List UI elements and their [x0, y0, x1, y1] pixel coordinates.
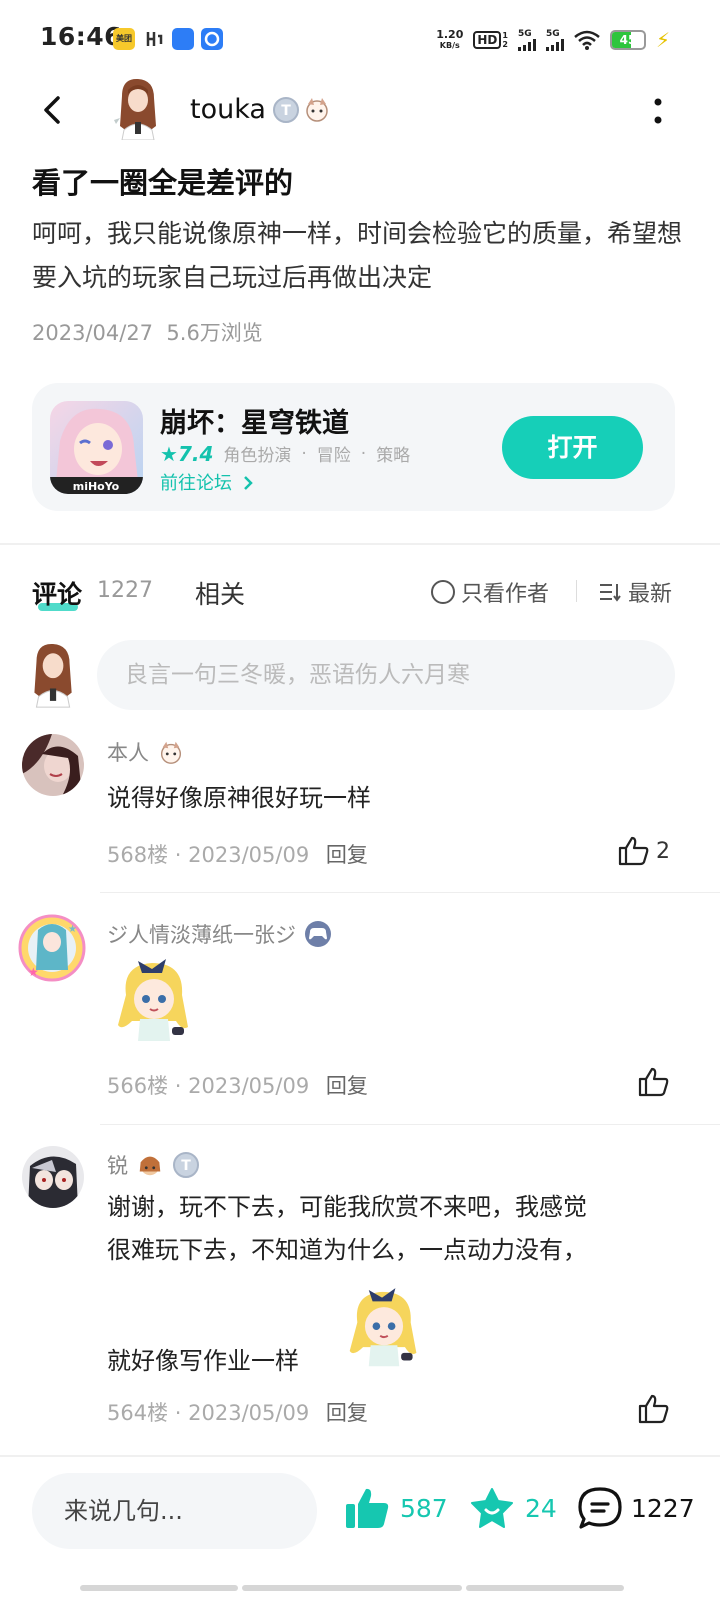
app-icon-blue — [172, 28, 194, 50]
signal-5g-2: 5G — [545, 29, 564, 51]
level-badge-icon: T — [173, 1152, 199, 1178]
commenter-name[interactable]: 本人 — [107, 737, 185, 767]
comment-like-button[interactable] — [638, 1067, 670, 1097]
star-filled-icon — [471, 1488, 513, 1528]
game-icon: miHoYo — [50, 401, 143, 494]
forum-link[interactable]: 前往论坛 — [160, 469, 254, 495]
gamepad-badge-icon — [305, 921, 331, 947]
author-name[interactable]: touka — [190, 94, 266, 125]
comment-text-line: 就好像写作业一样 — [107, 1347, 299, 1375]
comment-like-button[interactable] — [638, 1394, 670, 1424]
charging-icon: ⚡ — [655, 28, 670, 52]
comment-divider — [100, 892, 720, 893]
thumbs-up-icon — [618, 836, 649, 866]
status-right: 1.20 KB/s HD 12 5G 5G 45 ⚡ — [436, 26, 670, 54]
author-avatar[interactable] — [108, 76, 166, 140]
sticker-image — [118, 959, 188, 1041]
commenter-avatar[interactable] — [22, 734, 84, 796]
post-views: 5.6万浏览 — [166, 321, 263, 345]
pet-badge-icon — [306, 98, 328, 122]
my-avatar — [34, 643, 72, 708]
gesture-bar — [80, 1585, 624, 1591]
net-speed: 1.20 KB/s — [436, 28, 464, 50]
sort-divider — [576, 580, 577, 602]
svg-text:★: ★ — [68, 924, 77, 935]
post-body: 呵呵，我只能说像原神一样，时间会检验它的质量，希望想要入坑的玩家自己玩过后再做出… — [32, 219, 683, 292]
level-badge-icon: T — [273, 97, 299, 123]
pet-badge-icon — [160, 741, 182, 764]
comment-text: 说得好像原神很好玩一样 — [107, 784, 371, 812]
sort-newest-button[interactable]: 最新 — [598, 576, 672, 608]
thumbs-up-icon — [638, 1394, 669, 1424]
tab-related[interactable]: 相关 — [195, 575, 245, 611]
comment-like-button[interactable]: 2 — [618, 836, 670, 866]
commenter-avatar[interactable]: ★ ★ — [16, 910, 88, 986]
post-title: 看了一圈全是差评的 — [32, 166, 294, 200]
game-rating: ★7.4 — [160, 441, 214, 466]
post-date: 2023/04/27 — [32, 321, 154, 345]
reply-button[interactable]: 回复 — [326, 843, 368, 867]
wifi-icon — [574, 30, 600, 50]
hoyolab-icon — [143, 28, 165, 50]
game-tag: 策略 — [376, 446, 411, 466]
radio-icon — [431, 580, 455, 604]
commenter-avatar[interactable] — [22, 1146, 84, 1208]
comment-meta: 566楼 · 2023/05/09 回复 — [107, 1074, 368, 1098]
game-tag: 冒险 — [316, 446, 351, 466]
game-name: 崩坏：星穹铁道 — [160, 408, 349, 439]
svg-text:miHoYo: miHoYo — [73, 480, 120, 493]
comment-text-line: 很难玩下去，不知道为什么，一点动力没有， — [107, 1236, 587, 1264]
comment-divider — [100, 1124, 720, 1125]
post-like-button[interactable]: 587 — [344, 1486, 448, 1530]
sticker-image — [349, 1288, 417, 1367]
game-card[interactable]: miHoYo 崩坏：星穹铁道 ★7.4 角色扮演 · 冒险 · 策略 前往论坛 … — [32, 383, 675, 511]
reply-button[interactable]: 回复 — [326, 1401, 368, 1425]
comment-bubble-icon — [578, 1487, 622, 1529]
tab-comments[interactable]: 评论 — [32, 575, 82, 611]
post-comment-button[interactable]: 1227 — [577, 1486, 695, 1530]
svg-text:★: ★ — [28, 965, 39, 979]
meituan-icon: 美团 — [113, 28, 135, 50]
only-author-toggle[interactable]: 只看作者 — [431, 576, 549, 608]
svg-text:T: T — [181, 1158, 191, 1174]
svg-text:T: T — [281, 103, 291, 119]
open-game-button[interactable]: 打开 — [502, 416, 643, 479]
comments-count: 1227 — [97, 578, 153, 603]
battery-icon: 45 — [609, 30, 646, 50]
signal-5g-1: 5G — [517, 29, 536, 51]
post-meta: 2023/04/27 5.6万浏览 — [32, 317, 263, 347]
game-tag: 角色扮演 — [223, 446, 292, 466]
comment-input[interactable]: 良言一句三冬暖，恶语伤人六月寒 — [97, 640, 675, 710]
thumbs-up-icon — [638, 1067, 669, 1097]
status-time: 16:46 — [40, 22, 123, 51]
header: touka T — [0, 78, 720, 144]
status-bar: 16:46 美团 1.20 KB/s HD 12 5G 5G 45 ⚡ — [0, 0, 720, 80]
sort-icon — [600, 584, 621, 602]
chevron-right-icon — [243, 476, 253, 490]
browser-icon — [201, 28, 223, 50]
thumbs-up-filled-icon — [346, 1488, 389, 1528]
pet-badge-icon — [139, 1156, 161, 1176]
game-info: ★7.4 角色扮演 · 冒险 · 策略 — [160, 441, 411, 467]
more-options-icon[interactable] — [648, 92, 668, 132]
tag-separator: · — [360, 443, 367, 464]
tag-separator: · — [301, 443, 307, 464]
post-favorite-button[interactable]: 24 — [469, 1486, 557, 1530]
section-divider — [0, 543, 720, 545]
hd-indicator: HD 12 — [473, 31, 508, 49]
bottom-comment-input[interactable]: 来说几句... — [32, 1473, 317, 1549]
bottom-divider — [0, 1455, 720, 1457]
commenter-name[interactable]: ジ人情淡薄纸一张ジ — [107, 919, 332, 949]
comment-meta: 568楼 · 2023/05/09 回复 — [107, 843, 368, 867]
comment-meta: 564楼 · 2023/05/09 回复 — [107, 1401, 368, 1425]
reply-button[interactable]: 回复 — [326, 1074, 368, 1098]
commenter-name[interactable]: 锐 T — [107, 1150, 200, 1180]
back-button[interactable] — [30, 86, 78, 134]
